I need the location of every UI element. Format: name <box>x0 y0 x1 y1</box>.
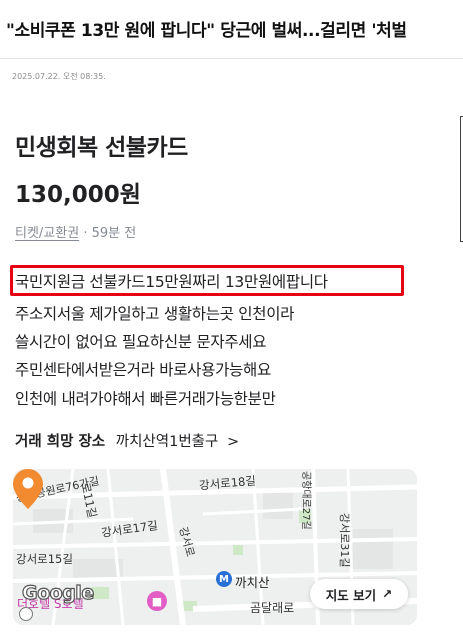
listing-body-line: 주소지서울 제가일하고 생활하는곳 인천이라 <box>15 305 295 323</box>
map-label: 강서로31길 <box>338 513 351 568</box>
listing-body-line: 인천에 내려가야해서 빠른거래가능한분만 <box>15 390 276 408</box>
expand-icon: ↗ <box>382 587 393 601</box>
bed-icon: ■ <box>147 591 167 611</box>
listing-body-line: 쓸시간이 없어요 필요하신분 문자주세요 <box>15 333 267 351</box>
time-ago: · 59분 전 <box>83 226 137 241</box>
listing-body-line: 주민센타에서받은거라 바로사용가능해요 <box>15 361 271 379</box>
divider <box>0 58 463 59</box>
map-label: 곰달래로 <box>250 601 295 615</box>
subway-icon: M <box>216 571 232 587</box>
article-date: 2025.07.22. 오전 08:35. <box>12 72 106 81</box>
listing-title: 민생회복 선불카드 <box>15 135 188 161</box>
google-logo: Google <box>21 581 94 604</box>
listing-body-line: 국민지원금 선불카드15만원짜리 13만원에팝니다 <box>15 273 328 291</box>
zoom-icon[interactable] <box>19 607 33 621</box>
location-pin-icon <box>13 469 43 509</box>
trade-place-value: 까치산역1번출구 <box>115 434 219 450</box>
subway-station-name: 까치산 <box>235 575 270 590</box>
listing-price: 130,000원 <box>15 182 141 208</box>
location-map[interactable]: 강서로18길 강서공원로76가길 로11길 강서로17길 강서로15길 공항대로… <box>13 469 417 625</box>
map-view-button[interactable]: 지도 보기 ↗ <box>310 579 408 609</box>
trade-place-row[interactable]: 거래 희망 장소 까치산역1번출구 > <box>15 430 239 451</box>
map-label: 강서로15길 <box>16 552 73 566</box>
trade-place-label: 거래 희망 장소 <box>15 434 106 450</box>
category-link[interactable]: 티켓/교환권 <box>15 226 79 241</box>
map-view-label: 지도 보기 <box>325 587 377 603</box>
listing-meta: 티켓/교환권 · 59분 전 <box>15 222 136 241</box>
chevron-right-icon: > <box>226 434 240 450</box>
map-label: 공항대로27길 <box>300 471 311 530</box>
article-headline: "소비쿠폰 13만 원에 팝니다" 당근에 벌써...걸리면 '처벌 <box>6 21 407 41</box>
